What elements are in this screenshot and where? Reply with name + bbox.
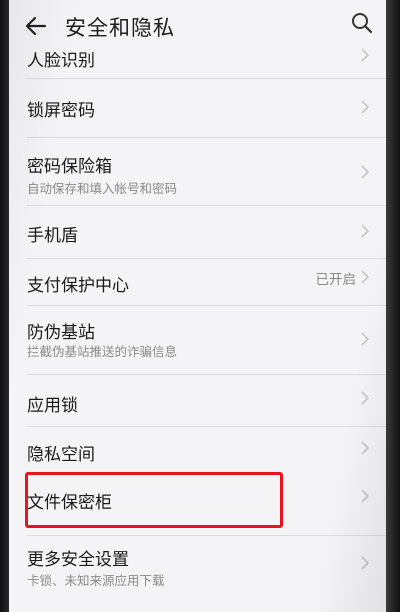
chevron-right-icon bbox=[361, 48, 370, 62]
arrow-left-icon[interactable] bbox=[23, 13, 49, 39]
settings-item-password-vault[interactable]: 密码保险箱 自动保存和填入帐号和密码 bbox=[9, 138, 386, 204]
settings-screen: 安全和隐私 人脸识别 锁屏密码 密码保险箱 自动保存和填入帐号和密码 手机盾 支… bbox=[9, 0, 386, 612]
page-title: 安全和隐私 bbox=[65, 16, 175, 40]
search-icon[interactable] bbox=[350, 11, 374, 35]
settings-item-label: 密码保险箱 bbox=[27, 157, 112, 177]
chevron-right-icon bbox=[361, 100, 370, 114]
settings-item-label: 人脸识别 bbox=[27, 51, 95, 71]
settings-item-label: 防伪基站 bbox=[27, 323, 95, 343]
settings-item-label: 隐私空间 bbox=[27, 445, 95, 465]
phone-bezel-left bbox=[0, 0, 9, 612]
settings-item-label: 支付保护中心 bbox=[27, 276, 129, 296]
settings-item-phone-shield[interactable]: 手机盾 bbox=[9, 206, 386, 258]
phone-bezel-right bbox=[386, 0, 400, 612]
settings-item-payment-protection[interactable]: 支付保护中心 已开启 bbox=[9, 259, 386, 305]
settings-item-label: 锁屏密码 bbox=[27, 101, 95, 121]
chevron-right-icon bbox=[361, 441, 370, 455]
chevron-right-icon bbox=[361, 224, 370, 238]
settings-item-face-recognition[interactable]: 人脸识别 bbox=[9, 40, 386, 76]
settings-item-label: 更多安全设置 bbox=[27, 550, 129, 570]
settings-item-app-lock[interactable]: 应用锁 bbox=[9, 375, 386, 427]
highlight-box bbox=[25, 472, 283, 528]
chevron-right-icon bbox=[361, 391, 370, 405]
chevron-right-icon bbox=[361, 332, 370, 346]
settings-item-subtitle: 拦截伪基站推送的诈骗信息 bbox=[27, 344, 178, 359]
settings-item-subtitle: 卡锁、未知来源应用下载 bbox=[27, 573, 165, 588]
settings-item-label: 手机盾 bbox=[27, 226, 78, 246]
chevron-right-icon bbox=[361, 165, 370, 179]
status-value: 已开启 bbox=[315, 272, 357, 288]
chevron-right-icon bbox=[361, 270, 370, 284]
chevron-right-icon bbox=[361, 556, 370, 570]
settings-item-fake-base-station[interactable]: 防伪基站 拦截伪基站推送的诈骗信息 bbox=[9, 306, 386, 374]
settings-item-private-space[interactable]: 隐私空间 bbox=[9, 427, 386, 473]
settings-item-more-security[interactable]: 更多安全设置 卡锁、未知来源应用下载 bbox=[9, 536, 386, 612]
settings-item-subtitle: 自动保存和填入帐号和密码 bbox=[27, 181, 178, 196]
settings-item-label: 应用锁 bbox=[27, 396, 78, 416]
settings-item-lock-screen-password[interactable]: 锁屏密码 bbox=[9, 79, 386, 135]
chevron-right-icon bbox=[361, 489, 370, 503]
